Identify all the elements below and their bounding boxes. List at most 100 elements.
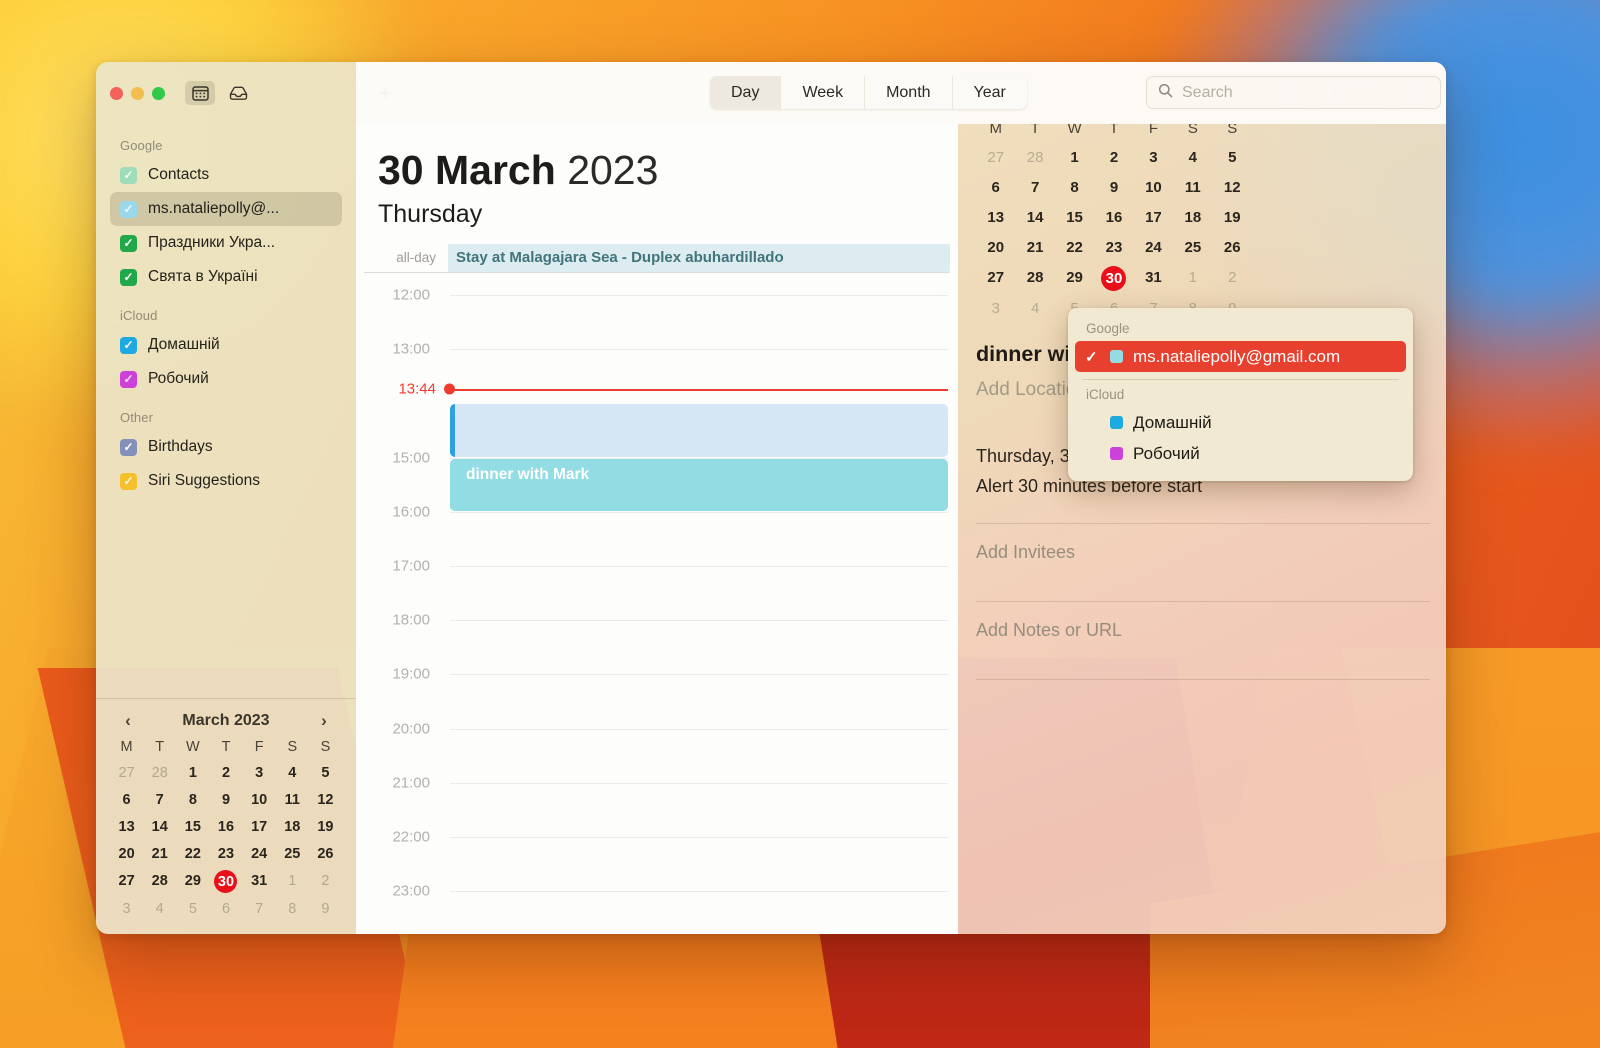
mini-calendar-day[interactable]: 17: [1134, 206, 1173, 230]
mini-calendar-day[interactable]: 13: [976, 206, 1015, 230]
inbox-icon[interactable]: [223, 81, 253, 105]
sidebar-calendar-item[interactable]: ✓ Праздники Укра...: [110, 226, 342, 260]
mini-calendar-day[interactable]: 23: [1094, 236, 1133, 260]
calendar-checkbox[interactable]: ✓: [120, 438, 137, 456]
mini-calendar-day[interactable]: 16: [1094, 206, 1133, 230]
mini-calendar-day[interactable]: 1: [1055, 146, 1094, 170]
dropdown-item[interactable]: ✓ ms.nataliepolly@gmail.com: [1075, 341, 1406, 372]
mini-calendar-day[interactable]: 17: [243, 816, 276, 838]
calendar-checkbox[interactable]: ✓: [120, 166, 137, 184]
mini-calendar-day[interactable]: 11: [276, 789, 309, 811]
hour-grid[interactable]: 12:00 13:00 15:00 16:00 17:00 18:00 19:00 20:00…: [356, 279, 958, 934]
mini-next-month-button[interactable]: ›: [314, 711, 334, 731]
mini-calendar-day[interactable]: 5: [176, 898, 209, 920]
mini-calendar-day[interactable]: 10: [243, 789, 276, 811]
mini-calendar-day[interactable]: 27: [976, 146, 1015, 170]
sidebar-calendar-item[interactable]: ✓ ms.nataliepolly@...: [110, 192, 342, 226]
mini-calendar-day[interactable]: 2: [309, 870, 342, 893]
mini-calendar-day[interactable]: 27: [110, 870, 143, 893]
mini-calendar-day[interactable]: 4: [276, 762, 309, 784]
mini-calendar-day[interactable]: 12: [309, 789, 342, 811]
mini-calendar-day[interactable]: 14: [1015, 206, 1054, 230]
mini-calendar-day[interactable]: 22: [1055, 236, 1094, 260]
mini-calendar-day[interactable]: 21: [143, 843, 176, 865]
mini-calendar-day[interactable]: 23: [209, 843, 242, 865]
mini-calendar-day[interactable]: 18: [276, 816, 309, 838]
mini-calendar-day[interactable]: 15: [176, 816, 209, 838]
mini-calendar-day[interactable]: 11: [1173, 176, 1212, 200]
mini-calendar-day[interactable]: 28: [1015, 266, 1054, 291]
calendar-select-dropdown[interactable]: Google ✓ ms.nataliepolly@gmail.com iCloud До…: [1068, 308, 1413, 481]
mini-calendar-day[interactable]: 22: [176, 843, 209, 865]
mini-calendar-day[interactable]: 6: [110, 789, 143, 811]
mini-calendar-day[interactable]: 9: [1094, 176, 1133, 200]
mini-calendar-day[interactable]: 15: [1055, 206, 1094, 230]
calendar-checkbox[interactable]: ✓: [120, 472, 137, 490]
mini-calendar-day[interactable]: 4: [143, 898, 176, 920]
close-button[interactable]: [110, 86, 123, 100]
minimize-button[interactable]: [131, 86, 144, 100]
mini-calendar-day[interactable]: 1: [176, 762, 209, 784]
mini-calendar-day[interactable]: 9: [309, 898, 342, 920]
sidebar-calendar-item[interactable]: ✓ Siri Suggestions: [110, 464, 342, 498]
search-field[interactable]: Search: [1146, 76, 1441, 109]
mini-calendar-day[interactable]: 28: [143, 870, 176, 893]
mini-calendar-day[interactable]: 19: [309, 816, 342, 838]
dropdown-item[interactable]: Домашній: [1075, 407, 1406, 438]
mini-calendar-day[interactable]: 8: [176, 789, 209, 811]
mini-calendar-day[interactable]: 19: [1213, 206, 1252, 230]
mini-calendar-day[interactable]: 24: [1134, 236, 1173, 260]
sidebar-calendar-item[interactable]: ✓ Свята в Україні: [110, 260, 342, 294]
mini-calendar-day[interactable]: 1: [276, 870, 309, 893]
mini-calendar-day[interactable]: 16: [209, 816, 242, 838]
calendar-event[interactable]: dinner with Mark: [450, 458, 948, 511]
mini-calendar-day[interactable]: 27: [976, 266, 1015, 291]
mini-calendar-day[interactable]: 29: [1055, 266, 1094, 291]
mini-calendar-day[interactable]: 31: [243, 870, 276, 893]
mini-calendar-day[interactable]: 8: [276, 898, 309, 920]
mini-calendar-today[interactable]: 30: [1094, 266, 1133, 291]
mini-calendar-day[interactable]: 10: [1134, 176, 1173, 200]
mini-calendar-day[interactable]: 2: [1094, 146, 1133, 170]
tab-day[interactable]: Day: [710, 76, 782, 109]
mini-calendar-day[interactable]: 14: [143, 816, 176, 838]
mini-calendar-day[interactable]: 7: [143, 789, 176, 811]
calendar-icon[interactable]: [185, 81, 215, 105]
mini-calendar-day[interactable]: 3: [976, 297, 1015, 321]
mini-calendar-day[interactable]: 13: [110, 816, 143, 838]
tab-month[interactable]: Month: [865, 76, 953, 109]
mini-calendar-day[interactable]: 2: [1213, 266, 1252, 291]
mini-calendar-day[interactable]: 7: [243, 898, 276, 920]
mini-calendar-day[interactable]: 3: [243, 762, 276, 784]
mini-calendar-day[interactable]: 5: [1213, 146, 1252, 170]
sidebar-calendar-item[interactable]: ✓ Робочий: [110, 362, 342, 396]
event-notes-field[interactable]: Add Notes or URL: [976, 602, 1430, 657]
mini-calendar-day[interactable]: 2: [209, 762, 242, 784]
zoom-button[interactable]: [152, 86, 165, 100]
calendar-checkbox[interactable]: ✓: [120, 336, 137, 354]
mini-calendar-day[interactable]: 31: [1134, 266, 1173, 291]
mini-calendar-day[interactable]: 4: [1015, 297, 1054, 321]
mini-calendar-day[interactable]: 6: [976, 176, 1015, 200]
mini-calendar-day[interactable]: 24: [243, 843, 276, 865]
sidebar-calendar-item[interactable]: ✓ Contacts: [110, 158, 342, 192]
mini-calendar-day[interactable]: 29: [176, 870, 209, 893]
mini-calendar-day[interactable]: 1: [1173, 266, 1212, 291]
mini-calendar-day[interactable]: 9: [209, 789, 242, 811]
sidebar-calendar-item[interactable]: ✓ Домашній: [110, 328, 342, 362]
mini-calendar-day[interactable]: 7: [1015, 176, 1054, 200]
mini-calendar-day[interactable]: 6: [209, 898, 242, 920]
mini-calendar-day[interactable]: 20: [976, 236, 1015, 260]
dropdown-item[interactable]: Робочий: [1075, 438, 1406, 469]
mini-calendar-day[interactable]: 8: [1055, 176, 1094, 200]
calendar-checkbox[interactable]: ✓: [120, 200, 137, 218]
mini-calendar-day[interactable]: 28: [143, 762, 176, 784]
calendar-event[interactable]: [450, 404, 948, 457]
add-event-button[interactable]: +: [378, 80, 393, 106]
mini-calendar-day[interactable]: 12: [1213, 176, 1252, 200]
calendar-checkbox[interactable]: ✓: [120, 234, 137, 252]
calendar-checkbox[interactable]: ✓: [120, 268, 137, 286]
mini-calendar-day[interactable]: 25: [1173, 236, 1212, 260]
mini-calendar-day[interactable]: 28: [1015, 146, 1054, 170]
mini-calendar-day[interactable]: 25: [276, 843, 309, 865]
